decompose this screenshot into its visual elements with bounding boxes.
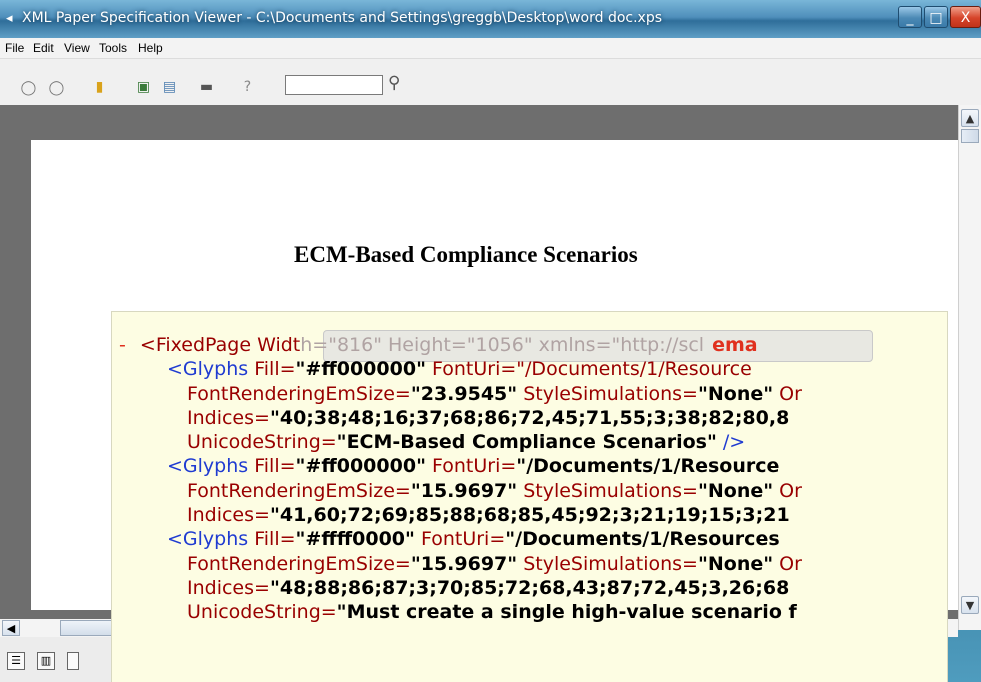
xml-line-unicode-1: UnicodeString="ECM-Based Compliance Scen… bbox=[187, 431, 746, 453]
back-icon[interactable]: ◯ bbox=[20, 80, 37, 97]
export-icon[interactable]: ▤ bbox=[161, 79, 178, 96]
xml-line-indices-3: Indices="48;88;86;87;3;70;85;72;68,43;87… bbox=[187, 577, 790, 599]
help-icon[interactable]: ? bbox=[239, 79, 256, 96]
menu-edit[interactable]: Edit bbox=[33, 41, 54, 55]
xml-line-glyphs-2: <Glyphs Fill="#ff000000" FontUri="/Docum… bbox=[167, 455, 780, 477]
xml-line-unicode-2: UnicodeString="Must create a single high… bbox=[187, 601, 797, 623]
search-input[interactable] bbox=[285, 75, 383, 95]
toolbar: ◯ ◯ ▮ ▣ ▤ ▬ ? ⚲ bbox=[0, 59, 981, 105]
menu-file[interactable]: File bbox=[5, 41, 24, 55]
menu-tools[interactable]: Tools bbox=[99, 41, 127, 55]
scroll-down-button[interactable]: ▼ bbox=[961, 596, 979, 614]
horizontal-scrollbar[interactable]: ◀ bbox=[0, 619, 112, 637]
menu-help[interactable]: Help bbox=[138, 41, 163, 55]
close-button[interactable]: X bbox=[950, 6, 981, 28]
forward-icon[interactable]: ◯ bbox=[48, 80, 65, 97]
app-icon: ◂ bbox=[6, 11, 13, 26]
scroll-thumb[interactable] bbox=[961, 129, 979, 143]
window-title: XML Paper Specification Viewer - C:\Docu… bbox=[22, 10, 663, 26]
xml-source-overlay: - <FixedPage Width="816" Height="1056" x… bbox=[112, 312, 947, 682]
status-bar: ☰ ▥ bbox=[0, 637, 112, 682]
scroll-left-button[interactable]: ◀ bbox=[2, 620, 20, 636]
xml-line-fontsize-1: FontRenderingEmSize="23.9545" StyleSimul… bbox=[187, 383, 802, 405]
print-icon[interactable]: ▬ bbox=[198, 79, 215, 96]
page-layout-icon[interactable]: ☰ bbox=[7, 652, 25, 670]
vertical-scrollbar[interactable]: ▲ ▼ bbox=[958, 105, 981, 630]
xml-line-fontsize-2: FontRenderingEmSize="15.9697" StyleSimul… bbox=[187, 480, 802, 502]
title-bar[interactable]: ◂ XML Paper Specification Viewer - C:\Do… bbox=[0, 0, 981, 39]
scroll-up-button[interactable]: ▲ bbox=[961, 109, 979, 127]
thumbnail-icon[interactable] bbox=[67, 652, 79, 670]
xml-line-indices-1: Indices="40;38;48;16;37;68;86;72,45;71,5… bbox=[187, 407, 790, 429]
fit-page-icon[interactable]: ▣ bbox=[135, 79, 152, 96]
menu-bar: File Edit View Tools Help bbox=[0, 38, 981, 59]
xml-line-glyphs-1: <Glyphs Fill="#ff000000" FontUri="/Docum… bbox=[167, 358, 752, 380]
minimize-button[interactable]: _ bbox=[898, 6, 922, 28]
xml-line-fixedpage: - <FixedPage Width="816" Height="1056" x… bbox=[119, 334, 758, 356]
xml-line-fontsize-3: FontRenderingEmSize="15.9697" StyleSimul… bbox=[187, 553, 802, 575]
xml-line-glyphs-3: <Glyphs Fill="#ffff0000" FontUri="/Docum… bbox=[167, 528, 780, 550]
horizontal-scroll-thumb[interactable] bbox=[60, 620, 112, 636]
xml-line-indices-2: Indices="41,60;72;69;85;88;68;85,45;92;3… bbox=[187, 504, 790, 526]
open-folder-icon[interactable]: ▮ bbox=[91, 79, 108, 96]
search-icon[interactable]: ⚲ bbox=[388, 73, 400, 93]
menu-view[interactable]: View bbox=[64, 41, 90, 55]
document-heading: ECM-Based Compliance Scenarios bbox=[294, 242, 638, 267]
maximize-button[interactable]: □ bbox=[924, 6, 948, 28]
two-page-icon[interactable]: ▥ bbox=[37, 652, 55, 670]
